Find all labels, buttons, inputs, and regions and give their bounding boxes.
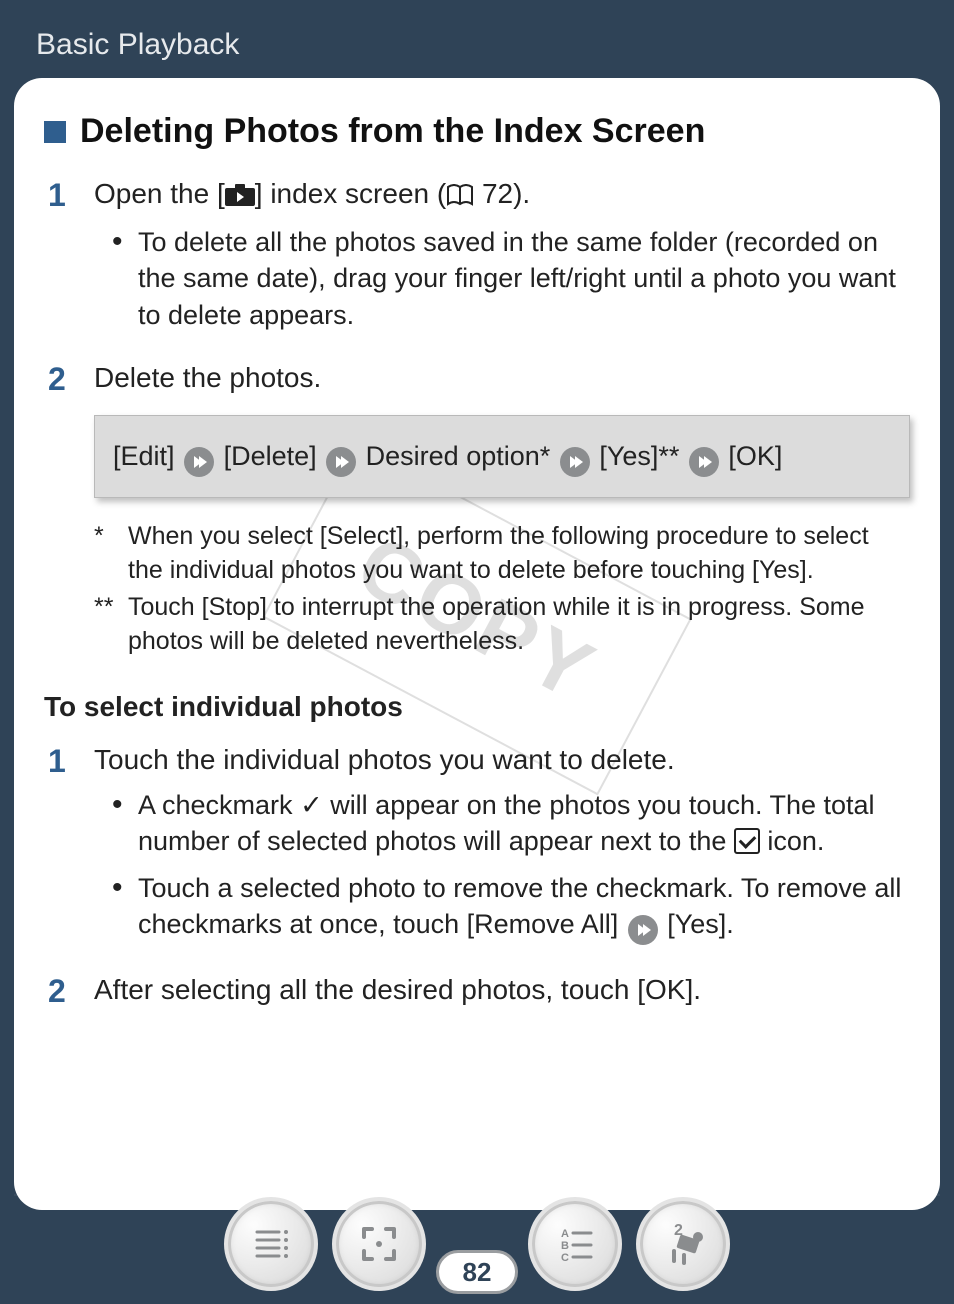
path-segment: [Edit] <box>113 441 175 471</box>
divider <box>14 1194 940 1196</box>
step-line: Open the [] index screen ( 72). <box>94 175 910 216</box>
step-line: Touch the individual photos you want to … <box>94 741 910 779</box>
footnote-mark: ** <box>94 591 128 659</box>
footnote-mark: * <box>94 520 128 588</box>
toc-button[interactable] <box>224 1197 318 1291</box>
checkmark-icon: ✓ <box>300 790 323 820</box>
checkbox-icon <box>734 828 760 854</box>
footnote-text: When you select [Select], perform the fo… <box>128 520 910 588</box>
page-root: Basic Playback COPY Deleting Photos from… <box>0 0 954 1304</box>
step-number: 1 <box>44 741 94 963</box>
path-segment: [Yes]** <box>599 441 679 471</box>
bullet-item: Touch a selected photo to remove the che… <box>118 870 910 945</box>
step-number: 2 <box>44 359 94 683</box>
section-title: Deleting Photos from the Index Screen <box>80 112 705 151</box>
footnote: * When you select [Select], perform the … <box>94 520 910 588</box>
section-title-row: Deleting Photos from the Index Screen <box>44 112 910 151</box>
section-bullet-icon <box>44 121 66 143</box>
path-arrow-icon <box>326 447 356 477</box>
page-number-pill: 82 <box>436 1250 518 1294</box>
step-body: Open the [] index screen ( 72). To delet… <box>94 175 910 351</box>
menu-path-box: [Edit] [Delete] Desired option* [Yes]** … <box>94 415 910 498</box>
chapter-header: Basic Playback <box>0 0 954 78</box>
bullet-list: To delete all the photos saved in the sa… <box>94 224 910 333</box>
bullet-item: To delete all the photos saved in the sa… <box>118 224 910 333</box>
step-body: Delete the photos. [Edit] [Delete] Desir… <box>94 359 910 683</box>
path-arrow-icon <box>628 915 658 945</box>
chapter-title: Basic Playback <box>36 28 239 61</box>
index-button[interactable]: A B C <box>528 1197 622 1291</box>
step-line: Delete the photos. <box>94 359 910 397</box>
footnotes: * When you select [Select], perform the … <box>94 520 910 659</box>
bullet-item: A checkmark ✓ will appear on the photos … <box>118 787 910 860</box>
mode-button[interactable]: 2 <box>636 1197 730 1291</box>
footnote: ** Touch [Stop] to interrupt the operati… <box>94 591 910 659</box>
path-arrow-icon <box>184 447 214 477</box>
step-number: 2 <box>44 971 94 1017</box>
path-segment: Desired option* <box>366 441 551 471</box>
step-line: After selecting all the desired photos, … <box>94 971 910 1009</box>
content-card: COPY Deleting Photos from the Index Scre… <box>14 78 940 1210</box>
photo-index-icon <box>225 178 255 216</box>
path-segment: [OK] <box>728 441 782 471</box>
path-arrow-icon <box>689 447 719 477</box>
manual-ref-icon <box>446 178 474 216</box>
svg-text:A: A <box>561 1228 569 1240</box>
path-segment: [Delete] <box>224 441 317 471</box>
step-number: 1 <box>44 175 94 351</box>
svg-text:B: B <box>561 1240 569 1252</box>
step-body: Touch the individual photos you want to … <box>94 741 910 963</box>
bottom-nav: 82 A B C 2 <box>14 1184 940 1304</box>
fullscreen-button[interactable] <box>332 1197 426 1291</box>
bullet-list: A checkmark ✓ will appear on the photos … <box>94 787 910 945</box>
footnote-text: Touch [Stop] to interrupt the operation … <box>128 591 910 659</box>
step-row: 1 Open the [] index screen ( 72). To del… <box>44 175 910 351</box>
step-body: After selecting all the desired photos, … <box>94 971 910 1017</box>
step-row: 1 Touch the individual photos you want t… <box>44 741 910 963</box>
page-number: 82 <box>463 1257 492 1288</box>
svg-text:C: C <box>561 1252 569 1264</box>
step-row: 2 After selecting all the desired photos… <box>44 971 910 1017</box>
path-arrow-icon <box>560 447 590 477</box>
step-row: 2 Delete the photos. [Edit] [Delete] Des… <box>44 359 910 683</box>
subheading: To select individual photos <box>44 691 910 723</box>
